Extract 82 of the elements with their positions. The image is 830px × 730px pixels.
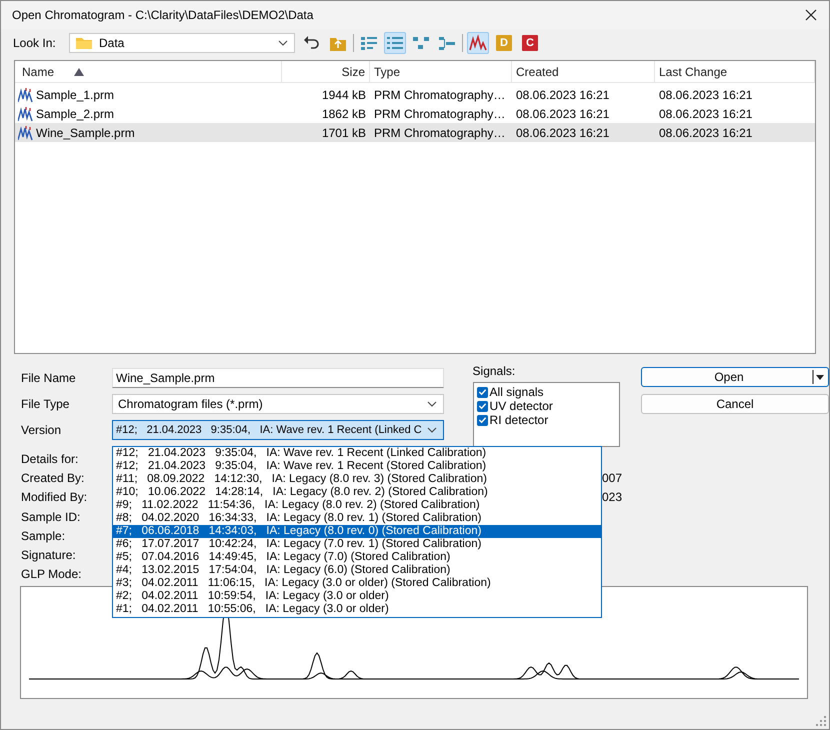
chromatogram-button[interactable] <box>467 32 489 54</box>
window-title: Open Chromatogram - C:\Clarity\DataFiles\DEMO2\Data <box>12 8 314 22</box>
list-item[interactable]: #2; 04.02.2011 10:59:54, IA: Legacy (3.0 or older) <box>113 590 601 603</box>
tree-view-icon <box>412 34 430 52</box>
chevron-icon <box>278 40 288 46</box>
table-cell: 08.06.2023 16:21 <box>659 88 752 102</box>
look-in-label: Look In: <box>13 36 57 50</box>
look-in-dropdown[interactable]: Data <box>69 33 295 53</box>
list-view-button[interactable] <box>384 32 406 54</box>
chromatogram-icon <box>469 34 487 52</box>
list-item[interactable]: #8; 04.02.2020 16:34:33, IA: Legacy (8.0 rev. 1) (Stored Calibration) <box>113 512 601 525</box>
detail-value: 023 <box>602 490 622 504</box>
detail-label: Created By: <box>21 470 86 485</box>
list-item[interactable]: #12; 21.04.2023 9:35:04, IA: Wave rev. 1 Recent (Stored Calibration) <box>113 460 601 473</box>
details-view-icon <box>360 34 378 52</box>
list-item[interactable]: #11; 08.09.2022 14:12:30, IA: Legacy (8.0 rev. 3) (Stored Calibration) <box>113 473 601 486</box>
checkbox-label: UV detector <box>490 399 553 413</box>
checkbox[interactable] <box>476 400 488 412</box>
table-cell: 1944 kB <box>322 88 366 102</box>
list-item[interactable]: #7; 06.06.2018 14:34:03, IA: Legacy (8.0 rev. 0) (Stored Calibration) <box>113 525 601 538</box>
table-cell: PRM Chromatography… <box>374 126 506 140</box>
table-cell: 08.06.2023 16:21 <box>659 106 752 120</box>
list-item[interactable]: #4; 13.02.2015 17:54:04, IA: Legacy (6.0) (Stored Calibration) <box>113 564 601 577</box>
split-arrow-icon <box>812 370 824 384</box>
detail-label: Sample ID: <box>21 510 82 524</box>
table-cell: Sample_1.prm <box>36 88 114 102</box>
column-header[interactable]: Size <box>282 61 370 82</box>
detail-label: Details for: <box>21 452 80 466</box>
list-item[interactable]: #9; 11.02.2022 11:54:36, IA: Legacy (8.0 rev. 2) (Stored Calibration) <box>113 499 601 512</box>
file-row[interactable]: Wine_Sample.prm 1701 kB PRM Chromatography… 08.06.2023 16:21 08.06.2023 16:21 <box>15 123 815 142</box>
field-label: File Name <box>21 371 77 385</box>
detail-label: Signature: <box>21 548 77 562</box>
close-icon[interactable] <box>805 9 817 21</box>
table-cell: Sample_2.prm <box>36 106 114 120</box>
table-cell: PRM Chromatography… <box>374 106 506 120</box>
chromatogram-file-icon <box>18 124 34 140</box>
list-view-icon <box>386 34 404 52</box>
table-cell: 08.06.2023 16:21 <box>659 126 752 140</box>
column-header[interactable]: Name <box>15 61 282 82</box>
checkbox[interactable] <box>476 414 488 426</box>
detail-label: Sample: <box>21 528 66 543</box>
detail-label: Modified By: <box>21 490 88 504</box>
field-label: File Type <box>21 397 70 411</box>
letter-icon-button[interactable]: C <box>522 35 538 51</box>
folder-icon <box>75 36 93 50</box>
checkbox-label: All signals <box>490 385 544 399</box>
chromatogram-file-icon <box>18 86 34 102</box>
list-item[interactable]: #10; 10.06.2022 14:28:14, IA: Legacy (8.0 rev. 2) (Stored Calibration) <box>113 486 601 499</box>
table-cell: 08.06.2023 16:21 <box>516 88 610 102</box>
file-type-dropdown[interactable]: Chromatogram files (*.prm) <box>112 394 444 414</box>
list-item[interactable]: #6; 17.07.2017 10:42:24, IA: Legacy (7.0 rev. 1) (Stored Calibration) <box>113 538 601 551</box>
list-item[interactable]: #3; 04.02.2011 11:06:15, IA: Legacy (3.0 or older) (Stored Calibration) <box>113 577 601 590</box>
table-cell: PRM Chromatography… <box>374 88 506 102</box>
file-name-field[interactable]: Wine_Sample.prm <box>112 368 444 388</box>
column-header[interactable]: Created <box>512 61 655 82</box>
chevron-icon <box>427 427 437 433</box>
open-button[interactable]: Open <box>641 367 829 387</box>
table-cell: 1701 kB <box>322 126 366 140</box>
checkbox-label: RI detector <box>490 413 548 427</box>
checkbox[interactable] <box>476 386 488 398</box>
tree-view-icon <box>438 34 456 52</box>
back-icon <box>303 34 321 52</box>
chevron-icon <box>427 401 437 407</box>
table-cell: Wine_Sample.prm <box>36 126 135 140</box>
list-item[interactable]: #5; 07.04.2016 14:49:45, IA: Legacy (7.0) (Stored Calibration) <box>113 551 601 564</box>
list-item[interactable]: #1; 04.02.2011 10:55:06, IA: Legacy (3.0 or older) <box>113 603 601 616</box>
column-header[interactable]: Type <box>370 61 512 82</box>
detail-value: 007 <box>602 470 622 485</box>
file-row[interactable]: Sample_1.prm 1944 kB PRM Chromatography… 08.06.2023 16:21 08.06.2023 16:21 <box>15 85 815 104</box>
chromatogram-file-icon <box>18 106 34 122</box>
cancel-button[interactable]: Cancel <box>641 394 829 414</box>
version-dropdown[interactable]: #12; 21.04.2023 9:35:04, IA: Wave rev. 1 Recent (Linked C <box>112 420 444 440</box>
table-cell: 08.06.2023 16:21 <box>516 106 610 120</box>
table-cell: 08.06.2023 16:21 <box>516 126 610 140</box>
column-header[interactable]: Last Change <box>655 61 815 82</box>
file-row[interactable]: Sample_2.prm 1862 kB PRM Chromatography… 08.06.2023 16:21 08.06.2023 16:21 <box>15 104 815 123</box>
detail-label: GLP Mode: <box>21 567 82 582</box>
list-item[interactable]: #12; 21.04.2023 9:35:04, IA: Wave rev. 1 Recent (Linked Calibration) <box>113 447 601 460</box>
resize-grip-icon[interactable] <box>816 716 826 726</box>
table-cell: 1862 kB <box>322 106 366 120</box>
field-label: Version <box>21 423 62 437</box>
signals-label: Signals: <box>472 364 516 378</box>
